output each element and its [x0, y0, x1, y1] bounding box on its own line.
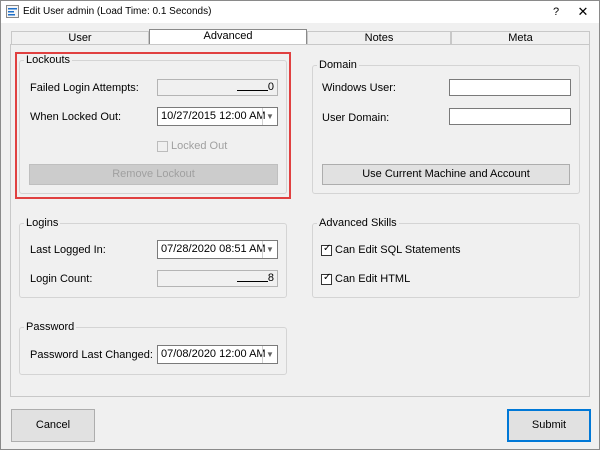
can-edit-html-checkbox[interactable] [321, 272, 332, 285]
password-group-label: Password [24, 321, 77, 333]
last-logged-in-label: Last Logged In: [30, 244, 106, 256]
login-count-label: Login Count: [30, 273, 93, 285]
last-logged-in-picker[interactable]: 07/28/2020 08:51 AM ▼ [157, 240, 278, 259]
tab-meta[interactable]: Meta [451, 31, 590, 45]
windows-user-input[interactable] [449, 79, 571, 96]
title-bar: Edit User admin (Load Time: 0.1 Seconds)… [1, 1, 599, 23]
window-title: Edit User admin (Load Time: 0.1 Seconds) [23, 6, 212, 17]
remove-lockout-button[interactable]: Remove Lockout [29, 164, 278, 185]
failed-login-attempts-field: 0 [157, 79, 278, 96]
submit-button[interactable]: Submit [507, 409, 591, 442]
user-domain-label: User Domain: [322, 112, 390, 124]
domain-group-label: Domain [317, 59, 359, 71]
last-logged-in-value: 07/28/2020 08:51 AM [161, 243, 266, 255]
chevron-down-icon[interactable]: ▼ [262, 108, 277, 125]
password-last-changed-value: 07/08/2020 12:00 AM [161, 348, 266, 360]
chevron-down-icon[interactable]: ▼ [262, 241, 277, 258]
when-locked-out-picker[interactable]: 10/27/2015 12:00 AM ▼ [157, 107, 278, 126]
can-edit-sql-label: Can Edit SQL Statements [335, 244, 461, 256]
use-current-machine-button[interactable]: Use Current Machine and Account [322, 164, 570, 185]
locked-out-label: Locked Out [171, 140, 228, 152]
tab-advanced[interactable]: Advanced [149, 29, 307, 44]
windows-user-label: Windows User: [322, 82, 396, 94]
app-icon [6, 5, 19, 18]
can-edit-html-label: Can Edit HTML [335, 273, 411, 285]
password-last-changed-picker[interactable]: 07/08/2020 12:00 AM ▼ [157, 345, 278, 364]
close-button[interactable]: ✕ [571, 2, 595, 22]
login-count-value: 8 [267, 272, 274, 284]
locked-out-checkbox[interactable] [157, 141, 168, 152]
tab-user[interactable]: User [11, 31, 149, 45]
chevron-down-icon[interactable]: ▼ [262, 346, 277, 363]
tab-notes[interactable]: Notes [307, 31, 451, 45]
when-locked-out-label: When Locked Out: [30, 111, 122, 123]
can-edit-sql-checkbox[interactable] [321, 243, 332, 256]
failed-login-attempts-label: Failed Login Attempts: [30, 82, 139, 94]
when-locked-out-value: 10/27/2015 12:00 AM [161, 110, 266, 122]
edit-user-dialog: Edit User admin (Load Time: 0.1 Seconds)… [0, 0, 600, 450]
login-count-field: 8 [157, 270, 278, 287]
advanced-skills-group: Advanced Skills [312, 217, 580, 298]
failed-login-attempts-value: 0 [267, 81, 274, 93]
logins-group-label: Logins [24, 217, 61, 229]
user-domain-input[interactable] [449, 108, 571, 125]
advanced-skills-group-label: Advanced Skills [317, 217, 399, 229]
password-last-changed-label: Password Last Changed: [30, 349, 153, 361]
cancel-button[interactable]: Cancel [11, 409, 95, 442]
help-button[interactable]: ? [547, 4, 565, 20]
